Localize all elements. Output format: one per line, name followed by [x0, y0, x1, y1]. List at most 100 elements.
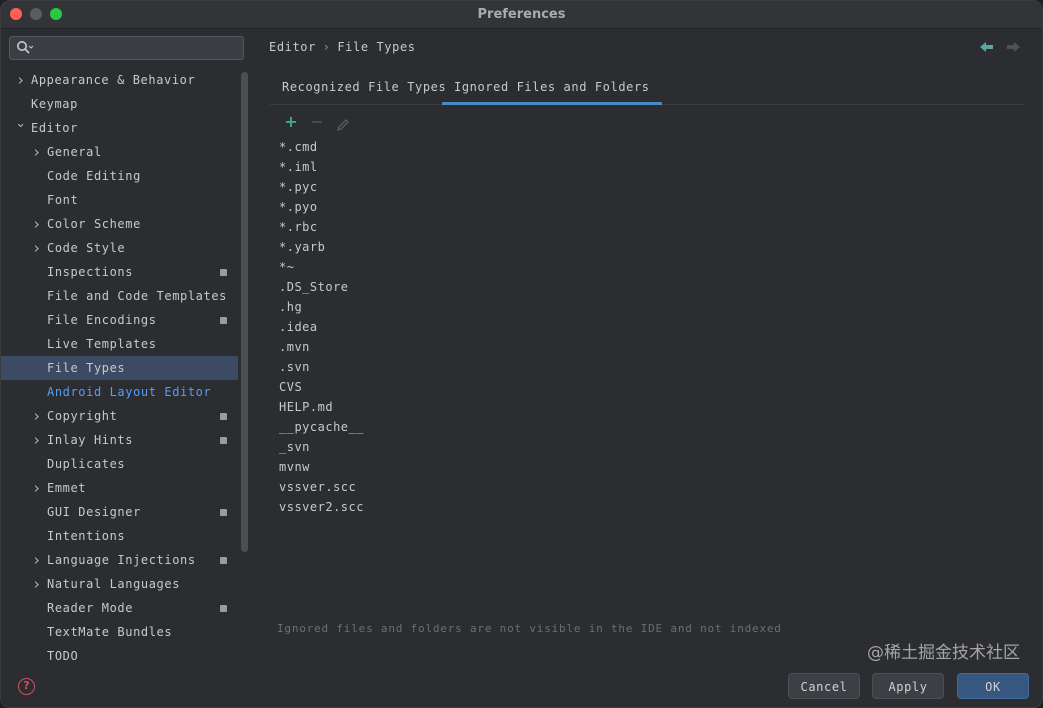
- sidebar-item-label: Code Style: [47, 241, 126, 255]
- sidebar-scrollbar[interactable]: [241, 72, 248, 552]
- list-item[interactable]: .idea: [279, 317, 364, 337]
- sidebar-item-label: GUI Designer: [47, 505, 141, 519]
- chevron-right-icon[interactable]: ›: [31, 548, 43, 572]
- sidebar-item-file-encodings[interactable]: File Encodings: [1, 308, 238, 332]
- sidebar-item-language-injections[interactable]: › Language Injections: [1, 548, 238, 572]
- sidebar-item-label: File and Code Templates: [47, 289, 227, 303]
- add-icon[interactable]: +: [283, 114, 299, 132]
- sidebar-item-code-style[interactable]: › Code Style: [1, 236, 238, 260]
- list-item[interactable]: *.iml: [279, 157, 364, 177]
- main-panel: Editor › File Types Recognized File Types …: [251, 30, 1042, 707]
- sidebar-item-label: Intentions: [47, 529, 126, 543]
- chevron-right-icon[interactable]: ›: [31, 404, 43, 428]
- breadcrumb-current: File Types: [337, 40, 416, 54]
- sidebar-item-inlay-hints[interactable]: › Inlay Hints: [1, 428, 238, 452]
- sidebar-item-label: Appearance & Behavior: [31, 73, 196, 87]
- sidebar-item-label: TextMate Bundles: [47, 625, 173, 639]
- search-icon: [17, 41, 33, 54]
- settings-search[interactable]: [9, 36, 244, 60]
- ignored-files-note: Ignored files and folders are not visibl…: [277, 622, 782, 635]
- sidebar-item-natural-languages[interactable]: › Natural Languages: [1, 572, 238, 596]
- list-item[interactable]: *.rbc: [279, 217, 364, 237]
- list-item[interactable]: *.cmd: [279, 137, 364, 157]
- sidebar-item-todo[interactable]: TODO: [1, 644, 238, 668]
- list-item[interactable]: vssver.scc: [279, 477, 364, 497]
- chevron-right-icon[interactable]: ›: [31, 236, 43, 260]
- sidebar-item-label: Reader Mode: [47, 601, 134, 615]
- list-item[interactable]: .mvn: [279, 337, 364, 357]
- sidebar-item-emmet[interactable]: › Emmet: [1, 476, 238, 500]
- list-item[interactable]: *~: [279, 257, 364, 277]
- list-item[interactable]: HELP.md: [279, 397, 364, 417]
- list-item[interactable]: *.yarb: [279, 237, 364, 257]
- sidebar-item-keymap[interactable]: Keymap: [1, 92, 238, 116]
- chevron-right-icon[interactable]: ›: [31, 428, 43, 452]
- sidebar-item-color-scheme[interactable]: › Color Scheme: [1, 212, 238, 236]
- list-item[interactable]: *.pyc: [279, 177, 364, 197]
- back-arrow-icon[interactable]: [979, 40, 995, 54]
- list-item[interactable]: .svn: [279, 357, 364, 377]
- list-item[interactable]: .hg: [279, 297, 364, 317]
- sidebar-item-live-templates[interactable]: Live Templates: [1, 332, 238, 356]
- chevron-right-icon[interactable]: ›: [15, 68, 27, 92]
- chevron-right-icon[interactable]: ›: [31, 476, 43, 500]
- sidebar-item-file-types[interactable]: File Types: [1, 356, 238, 380]
- list-item[interactable]: __pycache__: [279, 417, 364, 437]
- sidebar-item-copyright[interactable]: › Copyright: [1, 404, 238, 428]
- chevron-down-icon[interactable]: ⌄: [15, 112, 27, 136]
- sidebar-item-label: Font: [47, 193, 79, 207]
- breadcrumb: Editor › File Types: [269, 40, 416, 54]
- sidebar-item-reader-mode[interactable]: Reader Mode: [1, 596, 238, 620]
- ok-button[interactable]: OK: [957, 673, 1029, 699]
- forward-arrow-icon[interactable]: [1005, 40, 1021, 54]
- sidebar-item-general[interactable]: › General: [1, 140, 238, 164]
- sidebar-item-label: Editor: [31, 121, 78, 135]
- help-icon[interactable]: ?: [18, 678, 35, 695]
- breadcrumb-separator: ›: [323, 40, 330, 54]
- sidebar-item-label: Color Scheme: [47, 217, 141, 231]
- sidebar-item-inspections[interactable]: Inspections: [1, 260, 238, 284]
- sidebar-item-appearance-behavior[interactable]: › Appearance & Behavior: [1, 68, 238, 92]
- tab-bar: Recognized File Types Ignored Files and …: [270, 74, 1024, 105]
- list-item[interactable]: .DS_Store: [279, 277, 364, 297]
- edit-pencil-icon[interactable]: [335, 116, 351, 134]
- sidebar-item-label: Inlay Hints: [47, 433, 134, 447]
- sidebar-item-label: File Types: [47, 361, 126, 375]
- cancel-button[interactable]: Cancel: [788, 673, 860, 699]
- sidebar-item-label: Code Editing: [47, 169, 141, 183]
- chevron-right-icon[interactable]: ›: [31, 212, 43, 236]
- sidebar-item-label: File Encodings: [47, 313, 157, 327]
- sidebar-item-textmate-bundles[interactable]: TextMate Bundles: [1, 620, 238, 644]
- sidebar-item-label: Android Layout Editor: [47, 385, 212, 399]
- tab-recognized-file-types[interactable]: Recognized File Types: [270, 74, 458, 105]
- sidebar-item-code-editing[interactable]: Code Editing: [1, 164, 238, 188]
- sidebar-item-editor[interactable]: ⌄ Editor: [1, 116, 238, 140]
- list-item[interactable]: CVS: [279, 377, 364, 397]
- window-title: Preferences: [477, 7, 566, 22]
- list-item[interactable]: _svn: [279, 437, 364, 457]
- search-input[interactable]: [36, 39, 236, 57]
- project-scope-icon: [220, 413, 227, 420]
- settings-sidebar: › Appearance & Behavior Keymap ⌄ Editor › Gene…: [1, 30, 251, 707]
- list-item[interactable]: vssver2.scc: [279, 497, 364, 517]
- chevron-right-icon[interactable]: ›: [31, 572, 43, 596]
- sidebar-item-font[interactable]: Font: [1, 188, 238, 212]
- preferences-window: Preferences › Appearance & Behavior Keymap…: [0, 0, 1043, 708]
- sidebar-item-label: Keymap: [31, 97, 78, 111]
- remove-icon[interactable]: −: [309, 114, 325, 132]
- sidebar-item-file-and-code-templates[interactable]: File and Code Templates: [1, 284, 238, 308]
- list-item[interactable]: mvnw: [279, 457, 364, 477]
- sidebar-item-label: TODO: [47, 649, 79, 663]
- breadcrumb-parent[interactable]: Editor: [269, 40, 316, 54]
- sidebar-item-android-layout-editor[interactable]: Android Layout Editor: [1, 380, 238, 404]
- tab-ignored-files-and-folders[interactable]: Ignored Files and Folders: [442, 74, 662, 105]
- apply-button[interactable]: Apply: [872, 673, 944, 699]
- project-scope-icon: [220, 509, 227, 516]
- chevron-right-icon[interactable]: ›: [31, 140, 43, 164]
- watermark: @稀土掘金技术社区: [867, 643, 1020, 663]
- sidebar-item-gui-designer[interactable]: GUI Designer: [1, 500, 238, 524]
- project-scope-icon: [220, 437, 227, 444]
- sidebar-item-intentions[interactable]: Intentions: [1, 524, 238, 548]
- list-item[interactable]: *.pyo: [279, 197, 364, 217]
- sidebar-item-duplicates[interactable]: Duplicates: [1, 452, 238, 476]
